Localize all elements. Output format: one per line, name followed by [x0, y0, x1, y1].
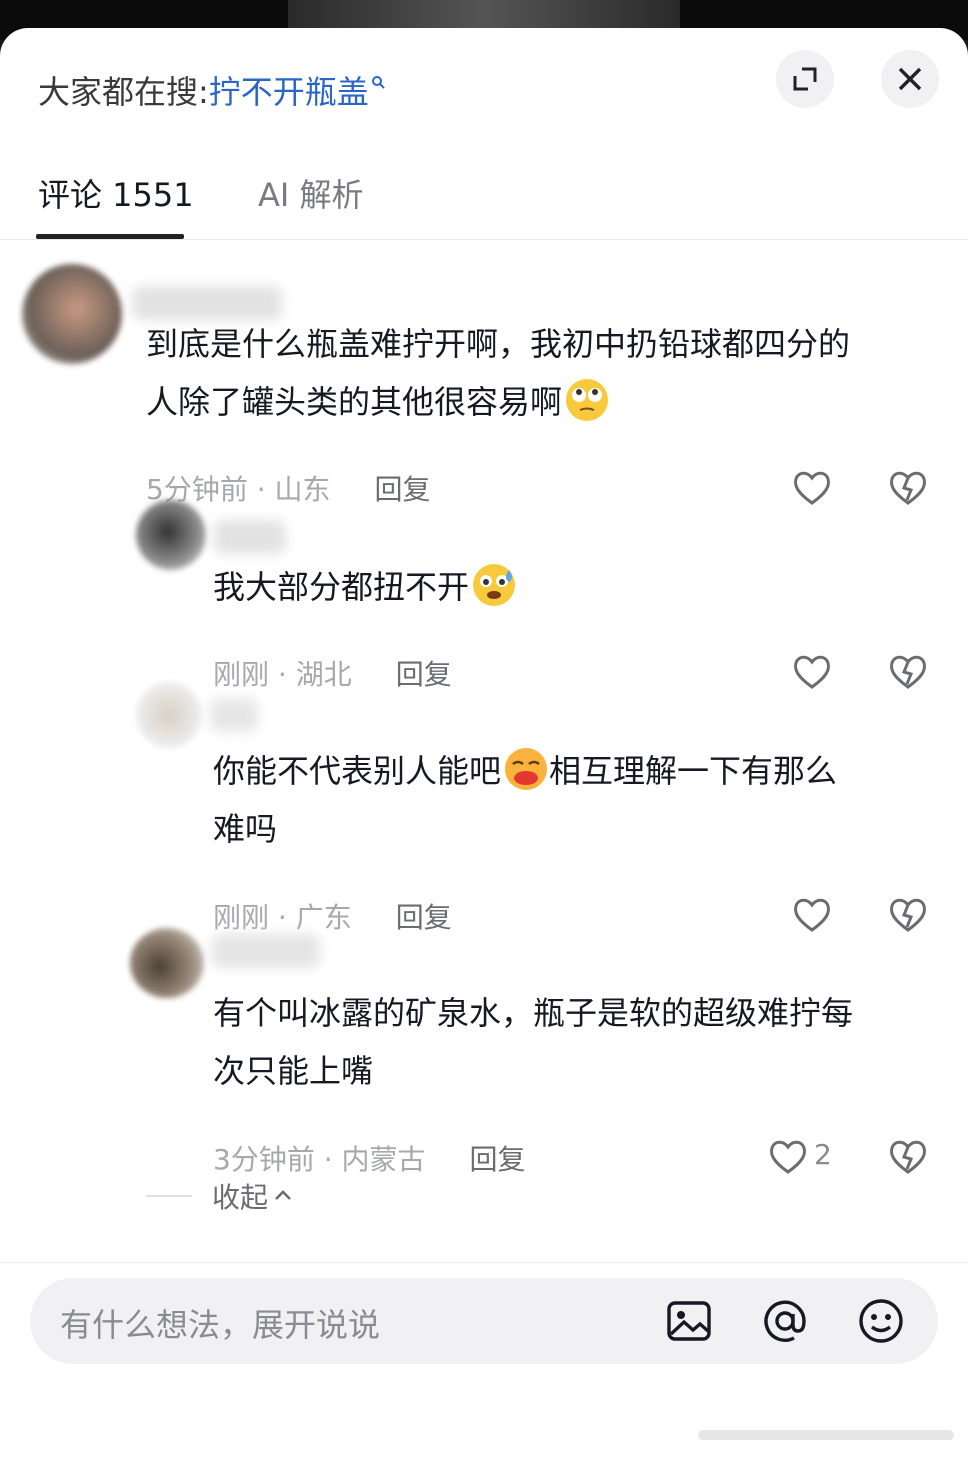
reply-button[interactable]: 回复: [470, 1138, 526, 1178]
expand-icon: [793, 67, 817, 91]
avatar[interactable]: [136, 682, 202, 748]
dislike-heart-icon[interactable]: [886, 466, 930, 510]
comment-text: 有个叫冰露的矿泉水，瓶子是软的超级难拧每 次只能上嘴: [213, 994, 854, 1090]
avatar[interactable]: [130, 928, 204, 998]
rolling-eyes-emoji: [566, 379, 609, 421]
comment-text: 我大部分都扭不开: [213, 558, 933, 616]
comment-meta: 3分钟前 · 内蒙古 回复: [213, 1138, 526, 1178]
at-icon[interactable]: [758, 1294, 812, 1348]
avatar[interactable]: [22, 264, 122, 364]
avatar[interactable]: [136, 500, 206, 570]
comment-sheet: 大家都在搜: 拧不开瓶盖 评论 1551 AI 解析 到底是什么瓶盖难拧开啊，我…: [0, 28, 968, 1458]
reply-button[interactable]: 回复: [396, 896, 452, 936]
image-icon[interactable]: [662, 1294, 716, 1348]
heart-icon[interactable]: [790, 466, 834, 510]
like-count: 2: [814, 1138, 832, 1171]
comment-meta: 刚刚 · 湖北 回复: [213, 653, 452, 693]
username[interactable]: [214, 520, 286, 554]
kissing-emoji: [505, 748, 548, 790]
username[interactable]: [210, 698, 258, 732]
comment-meta: 刚刚 · 广东 回复: [213, 896, 452, 936]
comment-text: 你能不代表别人能吧 相互理解一下有那么 难吗: [213, 742, 933, 858]
tab-comments[interactable]: 评论 1551: [38, 170, 194, 216]
tab-active-indicator: [36, 234, 184, 239]
sweating-face-emoji: [473, 564, 516, 606]
emoji-icon[interactable]: [854, 1294, 908, 1348]
divider: [146, 1195, 192, 1197]
comment-input[interactable]: 有什么想法，展开说说: [30, 1278, 938, 1364]
reply-button[interactable]: 回复: [396, 653, 452, 693]
reply-button[interactable]: 回复: [375, 468, 431, 508]
dislike-heart-icon[interactable]: [886, 1135, 930, 1179]
close-button[interactable]: [881, 50, 939, 108]
heart-icon[interactable]: [790, 893, 834, 937]
collapse-replies-button[interactable]: 收起: [146, 1176, 294, 1216]
dislike-heart-icon[interactable]: [886, 893, 930, 937]
search-icon: [371, 76, 385, 89]
trending-search-term[interactable]: 拧不开瓶盖: [209, 67, 369, 113]
chevron-up-icon: [275, 1190, 291, 1200]
dislike-heart-icon[interactable]: [886, 650, 930, 694]
comment-text: 到底是什么瓶盖难拧开啊，我初中扔铅球都四分的 人除了罐头类的其他很容易啊: [146, 325, 851, 421]
username[interactable]: [212, 934, 320, 968]
comment-meta: 5分钟前 · 山东 回复: [146, 468, 431, 508]
trending-search[interactable]: 大家都在搜: 拧不开瓶盖: [38, 68, 385, 112]
divider: [0, 1262, 968, 1263]
comment-input-placeholder: 有什么想法，展开说说: [60, 1306, 381, 1344]
tab-bar: 评论 1551 AI 解析: [0, 168, 968, 240]
collapse-label: 收起: [212, 1181, 269, 1214]
heart-icon[interactable]: [766, 1135, 810, 1179]
close-icon: [898, 67, 922, 91]
expand-button[interactable]: [776, 50, 834, 108]
tab-ai-analysis[interactable]: AI 解析: [258, 170, 364, 216]
heart-icon[interactable]: [790, 650, 834, 694]
home-indicator: [698, 1430, 954, 1440]
trending-search-prefix: 大家都在搜:: [38, 73, 209, 111]
